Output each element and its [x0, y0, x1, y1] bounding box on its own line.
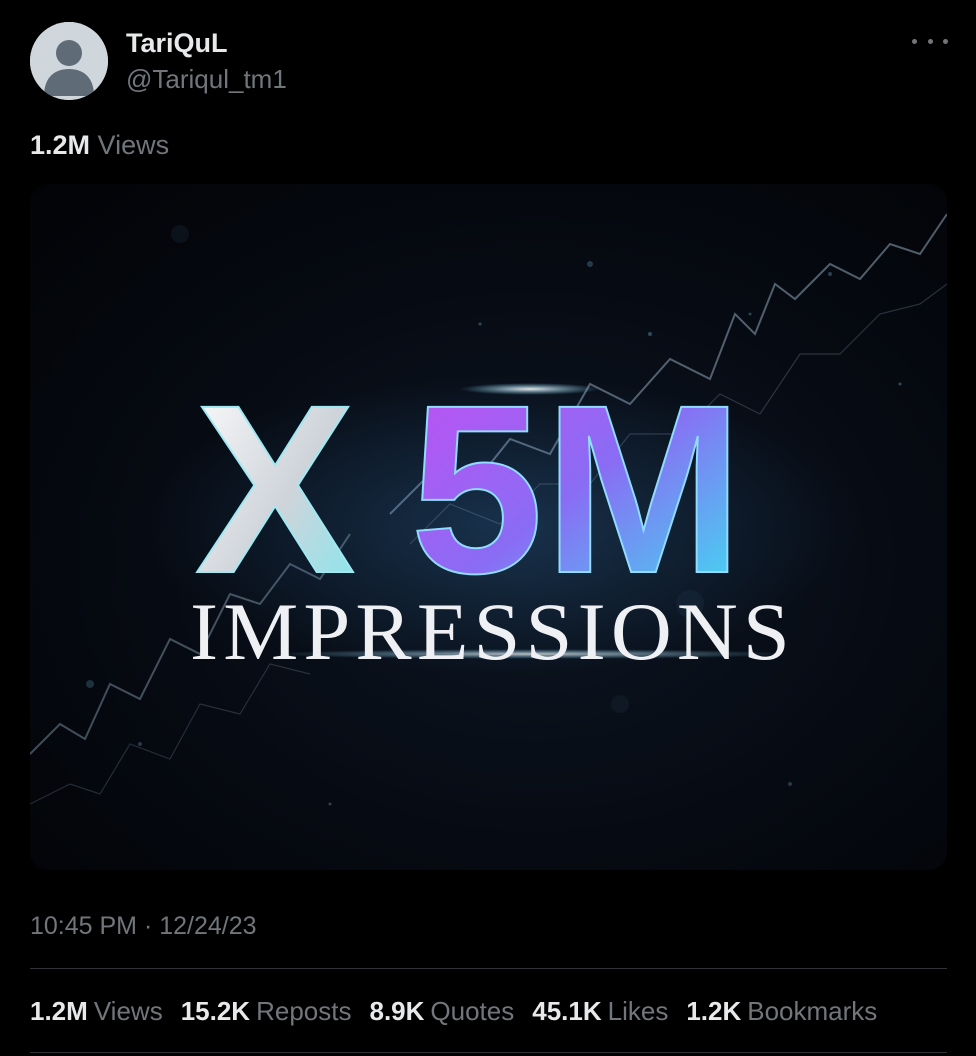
author-display-name[interactable]: TariQuL — [126, 28, 228, 59]
headline-x: X — [195, 355, 355, 623]
stat-count: 15.2K — [180, 996, 251, 1026]
stat-label: Views — [93, 996, 163, 1026]
stat-reposts[interactable]: 15.2K Reposts — [181, 996, 352, 1027]
stat-bookmarks[interactable]: 1.2K Bookmarks — [686, 996, 877, 1027]
default-avatar-icon — [30, 22, 108, 100]
decorative-trend-line-left-faint — [30, 663, 311, 805]
stat-count: 1.2K — [686, 996, 742, 1026]
view-count-number: 1.2M — [30, 130, 91, 160]
more-dot — [927, 38, 933, 44]
tweet-image[interactable]: X 5M IMPRESSIONS — [30, 184, 947, 870]
divider — [30, 968, 947, 969]
view-count-label: Views — [97, 130, 170, 160]
more-horizontal-icon[interactable] — [912, 28, 948, 54]
stat-views[interactable]: 1.2M Views — [30, 996, 163, 1027]
more-dot — [943, 38, 948, 44]
stat-likes[interactable]: 45.1K Likes — [532, 996, 668, 1027]
view-count[interactable]: 1.2M Views — [30, 130, 169, 161]
stat-label: Bookmarks — [747, 996, 878, 1026]
stat-label: Reposts — [256, 996, 352, 1026]
engagement-stats: 1.2M Views 15.2K Reposts 8.9K Quotes 45.1K L… — [30, 996, 877, 1027]
headline-subtitle: IMPRESSIONS — [190, 586, 795, 677]
stat-quotes[interactable]: 8.9K Quotes — [369, 996, 514, 1027]
divider — [30, 1052, 947, 1053]
impressions-graphic: X 5M IMPRESSIONS — [30, 213, 947, 806]
stat-label: Quotes — [430, 996, 515, 1026]
avatar[interactable] — [30, 22, 108, 100]
author-handle[interactable]: @Tariqul_tm1 — [126, 64, 287, 95]
stat-count: 45.1K — [532, 996, 602, 1026]
tweet-timestamp[interactable]: 10:45 PM · 12/24/23 — [30, 912, 257, 941]
stat-count: 8.9K — [369, 996, 425, 1026]
headline-5m: 5M — [410, 355, 743, 623]
stat-label: Likes — [607, 996, 669, 1026]
stat-count: 1.2M — [30, 996, 88, 1026]
tweet: TariQuL @Tariqul_tm1 1.2M Views X 5M IMP… — [0, 0, 976, 1056]
more-dot — [912, 38, 917, 44]
